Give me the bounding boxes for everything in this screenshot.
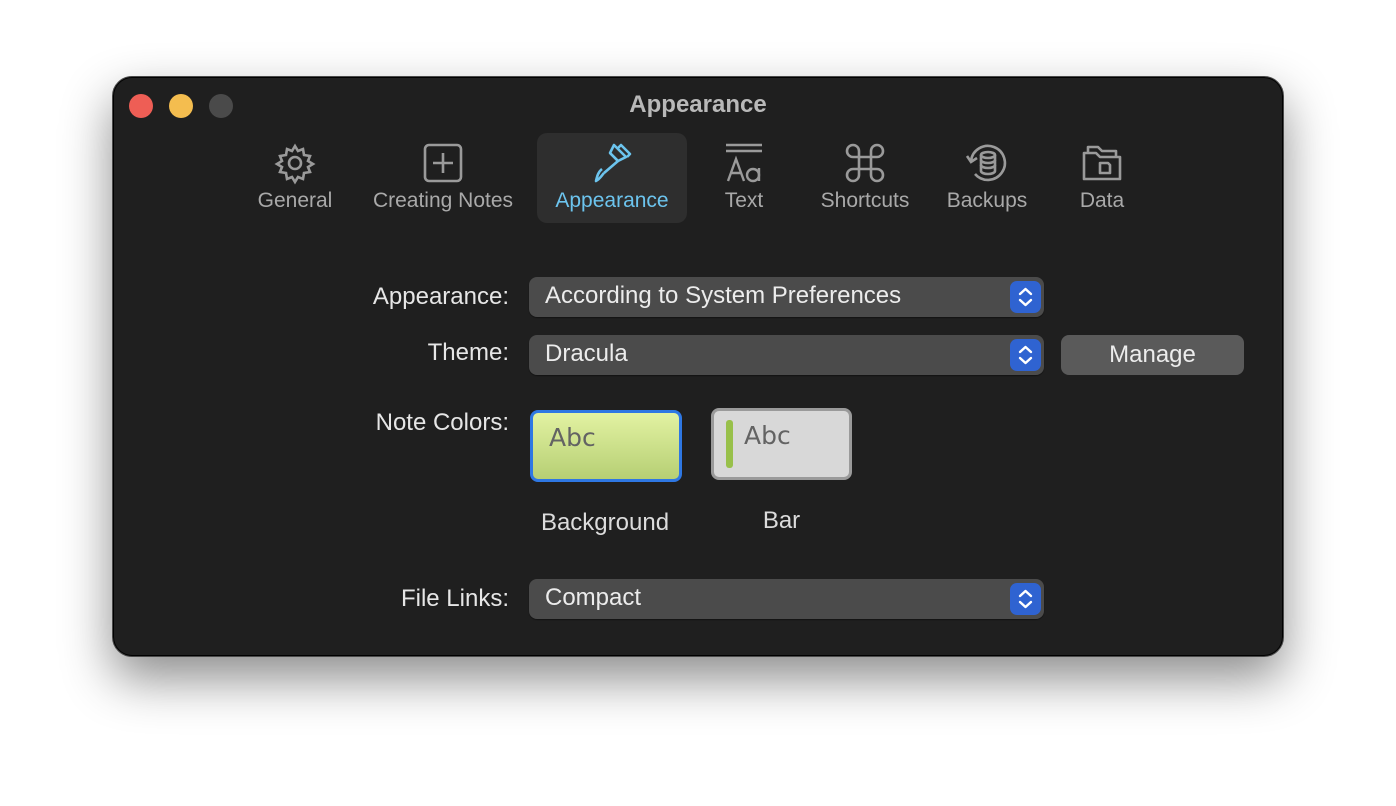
file-links-popup[interactable]: Compact [529,579,1044,619]
file-links-label: File Links: [400,585,509,612]
gear-icon [274,143,316,185]
text-format-icon [726,143,762,183]
file-links-stepper [1010,583,1041,615]
theme-stepper [1010,339,1041,371]
command-icon [845,143,885,183]
appearance-popup[interactable]: According to System Preferences [529,277,1044,317]
background-caption: Background [540,509,670,536]
plus-square-icon [423,143,463,183]
bar-caption: Bar [762,507,801,534]
tab-appearance-label: Appearance [555,189,669,212]
tab-appearance[interactable]: Appearance [537,133,687,223]
appearance-label: Appearance: [372,283,509,310]
folder-icon [1082,145,1122,181]
tab-data-label: Data [1079,189,1125,212]
note-colors-label: Note Colors: [375,409,509,436]
tab-general-label: General [257,189,333,212]
tab-general[interactable]: General [244,133,346,223]
theme-value: Dracula [545,340,628,367]
window-title: Appearance [629,91,767,118]
manage-themes-button[interactable]: Manage [1061,335,1244,375]
preferences-window: Appearance General Creating Notes Appear… [112,76,1284,657]
theme-popup[interactable]: Dracula [529,335,1044,375]
tab-backups[interactable]: Backups [939,133,1035,223]
swatch-sample-text: Abc [744,421,791,450]
theme-label: Theme: [427,339,509,366]
tab-shortcuts[interactable]: Shortcuts [809,133,921,223]
appearance-value: According to System Preferences [545,282,902,309]
note-color-background-option[interactable]: Abc [530,410,682,482]
backup-database-icon [965,144,1007,182]
chevron-updown-icon [1018,589,1033,609]
paintbrush-icon [594,143,632,183]
swatch-sample-text: Abc [549,423,596,452]
color-bar-strip [726,420,733,468]
chevron-updown-icon [1018,345,1033,365]
chevron-updown-icon [1018,287,1033,307]
appearance-stepper [1010,281,1041,313]
preferences-toolbar: General Creating Notes Appearance Text S… [113,133,1283,225]
tab-backups-label: Backups [946,189,1028,212]
tab-data[interactable]: Data [1061,133,1143,223]
tab-text-label: Text [724,189,764,212]
file-links-value: Compact [545,584,642,611]
tab-shortcuts-label: Shortcuts [820,189,910,212]
tab-creating-notes-label: Creating Notes [372,189,514,212]
note-color-bar-option[interactable]: Abc [711,408,852,480]
tab-text[interactable]: Text [701,133,787,223]
tab-creating-notes[interactable]: Creating Notes [362,133,524,223]
